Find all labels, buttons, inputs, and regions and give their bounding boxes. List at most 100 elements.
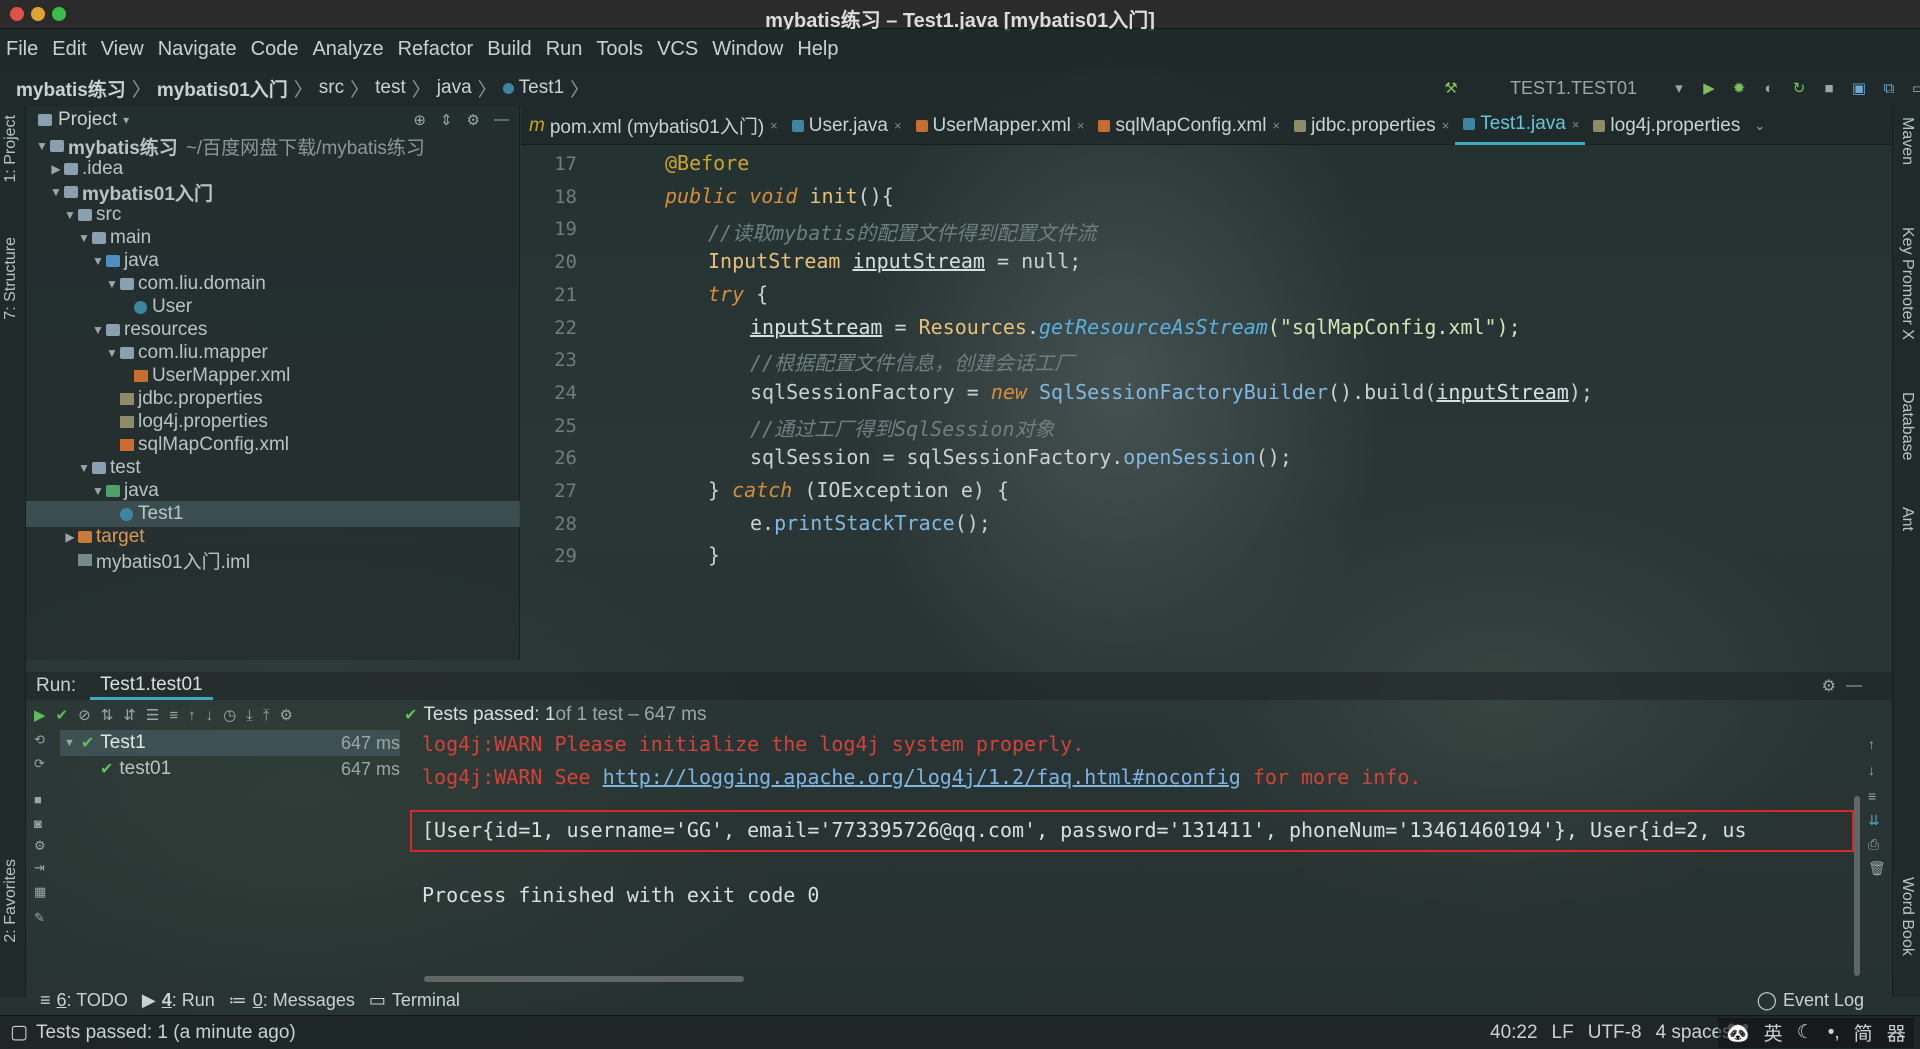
toggle-auto-test-icon[interactable]: ⟳ [34, 756, 50, 772]
scroll-to-end-icon[interactable]: ⇊ [1868, 812, 1880, 829]
soft-wrap-icon[interactable]: ≡ [1868, 788, 1876, 804]
export-icon[interactable]: ⤒ [263, 707, 270, 724]
tab-user-java[interactable]: User.java × [784, 107, 908, 145]
hammer-build-icon[interactable]: ⚒ [1440, 77, 1462, 99]
collapse-all-icon[interactable]: ⇕ [440, 111, 453, 129]
show-ignored-icon[interactable]: ⊘ [78, 706, 91, 724]
history-icon[interactable]: ◷ [223, 706, 236, 724]
hide-icon[interactable]: — [1846, 677, 1862, 695]
tab-database[interactable]: Database [1898, 392, 1916, 461]
console-link[interactable]: http://logging.apache.org/log4j/1.2/faq.… [603, 765, 1241, 789]
pin-icon[interactable]: ✎ [34, 910, 50, 926]
menu-refactor[interactable]: Refactor [398, 38, 474, 61]
caret-position[interactable]: 40:22 [1490, 1022, 1538, 1044]
exit-icon[interactable]: ⇥ [34, 860, 50, 876]
rerun-failed-icon[interactable]: ⟲ [34, 732, 50, 748]
moon-icon[interactable]: ☾ [1797, 1021, 1814, 1044]
ime-tools[interactable]: 器 [1887, 1019, 1906, 1046]
print-icon[interactable]: ⎙ [1868, 836, 1879, 853]
sort-alpha-icon[interactable]: ⇅ [101, 706, 114, 724]
breadcrumb-src[interactable]: src [319, 77, 344, 99]
status-message[interactable]: ▢ Tests passed: 1 (a minute ago) [10, 1021, 296, 1044]
code-editor[interactable]: 17 18 19 20 21 22 23 24 25 26 27 28 29 @Before publi… [521, 145, 1892, 660]
test-row-test01[interactable]: ✔ test01 647 ms [60, 756, 400, 782]
tool-terminal[interactable]: ▭ Terminal [369, 990, 460, 1011]
console-horizontal-scrollbar[interactable] [424, 976, 744, 982]
close-icon[interactable]: × [1572, 117, 1580, 132]
tab-maven[interactable]: Maven [1898, 117, 1916, 165]
menu-file[interactable]: File [6, 38, 38, 61]
chevron-down-icon[interactable]: ▼ [104, 277, 120, 291]
line-separator[interactable]: LF [1552, 1022, 1574, 1044]
breadcrumb-project[interactable]: mybatis练习 [16, 75, 126, 102]
chevron-down-icon[interactable]: ▼ [34, 139, 50, 153]
tab-favorites[interactable]: 2: Favorites [2, 859, 20, 943]
settings-icon[interactable]: ⚙ [34, 838, 50, 854]
menu-build[interactable]: Build [487, 38, 531, 61]
tool-todo[interactable]: ≡ 6: TODO [40, 990, 128, 1011]
menu-view[interactable]: View [101, 38, 144, 61]
run-configuration-select[interactable]: TEST1.TEST01 [1470, 75, 1660, 101]
arrow-down-icon[interactable]: ↓ [1868, 762, 1875, 778]
arrow-up-icon[interactable]: ↑ [1868, 736, 1875, 752]
chevron-down-icon[interactable]: ▼ [104, 346, 120, 360]
tab-structure[interactable]: 7: Structure [2, 237, 20, 320]
close-icon[interactable]: × [770, 118, 778, 133]
project-structure-icon[interactable]: ▣ [1848, 77, 1870, 99]
tab-log4j-properties[interactable]: log4j.properties [1585, 107, 1746, 145]
chevron-down-icon[interactable]: ▼ [62, 208, 78, 222]
menu-analyze[interactable]: Analyze [312, 38, 383, 61]
rerun-icon[interactable]: ▶ [34, 706, 46, 724]
ime-punct-icon[interactable]: •, [1828, 1022, 1840, 1044]
stop-icon[interactable]: ■ [34, 792, 50, 808]
close-icon[interactable]: × [894, 118, 902, 133]
chevron-down-icon[interactable]: ▼ [64, 737, 75, 749]
file-encoding[interactable]: UTF-8 [1588, 1022, 1642, 1044]
stop-icon[interactable]: ■ [1818, 77, 1840, 99]
debug-icon[interactable]: ✹ [1728, 77, 1750, 99]
menu-edit[interactable]: Edit [52, 38, 86, 61]
menu-help[interactable]: Help [797, 38, 838, 61]
close-icon[interactable]: × [1077, 118, 1085, 133]
tab-project[interactable]: 1: Project [2, 115, 20, 183]
collapse-all-icon[interactable]: ≡ [169, 707, 178, 724]
menu-window[interactable]: Window [712, 38, 783, 61]
gear-icon[interactable]: ⚙ [467, 111, 480, 129]
chevron-down-icon[interactable]: ▾ [1668, 77, 1690, 99]
tab-jdbc-properties[interactable]: jdbc.properties × [1286, 107, 1455, 145]
chevron-down-icon[interactable]: ▼ [48, 185, 64, 199]
chevron-down-icon[interactable]: ▼ [76, 231, 92, 245]
import-icon[interactable]: ⤓ [246, 707, 253, 724]
ime-lang[interactable]: 英 [1764, 1019, 1783, 1046]
tab-ant[interactable]: Ant [1898, 507, 1916, 531]
ime-logo-icon[interactable]: 🐼 [1726, 1021, 1750, 1045]
tool-run[interactable]: ▶ 4: Run [142, 990, 215, 1011]
close-icon[interactable]: × [1272, 118, 1280, 133]
menu-navigate[interactable]: Navigate [158, 38, 237, 61]
project-view-select[interactable]: Project [58, 109, 117, 131]
breadcrumb-file[interactable]: Test1 [519, 77, 564, 99]
tool-event-log[interactable]: ◯ Event Log [1757, 990, 1864, 1011]
locate-icon[interactable]: ⊕ [413, 111, 426, 129]
breadcrumb-module[interactable]: mybatis01入门 [157, 75, 288, 102]
hide-icon[interactable]: — [494, 111, 509, 129]
chevron-down-icon[interactable]: ▼ [76, 461, 92, 475]
run-icon[interactable]: ▶ [1698, 77, 1720, 99]
run-tab-test1-test01[interactable]: Test1.test01 [90, 672, 213, 700]
chevron-down-icon[interactable]: ▼ [90, 254, 106, 268]
profile-icon[interactable]: ↻ [1788, 77, 1810, 99]
ime-simplified[interactable]: 简 [1854, 1019, 1873, 1046]
chevron-down-icon[interactable]: ▾ [123, 113, 129, 127]
layout-icon[interactable]: ▭ [1908, 77, 1920, 99]
show-passed-icon[interactable]: ✔ [56, 706, 69, 724]
expand-all-icon[interactable]: ☰ [146, 706, 159, 724]
tab-key-promoter[interactable]: Key Promoter X [1898, 227, 1916, 340]
console-vertical-scrollbar[interactable] [1854, 796, 1860, 976]
chevron-right-icon[interactable]: ▶ [48, 162, 64, 176]
coverage-icon[interactable]: ◐ [1758, 77, 1780, 99]
menu-run[interactable]: Run [546, 38, 583, 61]
camera-icon[interactable]: ◙ [34, 816, 50, 832]
tab-pom-xml[interactable]: m pom.xml (mybatis01入门) × [521, 107, 784, 145]
translate-icon[interactable]: ⧉ [1878, 77, 1900, 99]
chevron-down-icon[interactable]: ▼ [90, 484, 106, 498]
